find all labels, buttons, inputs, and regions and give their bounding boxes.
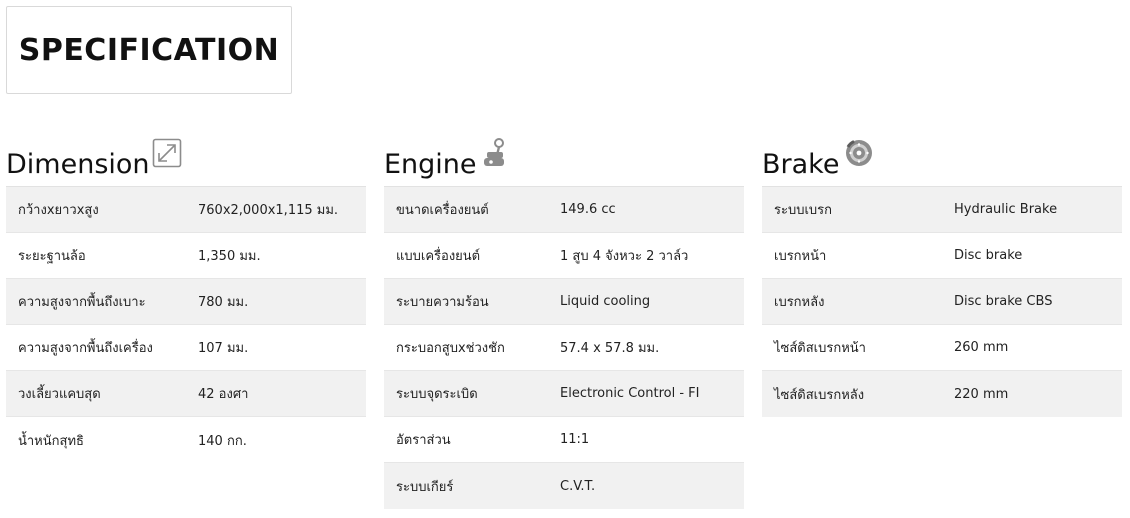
table-row: น้ำหนักสุทธิ 140 กก. [6,417,366,463]
row-value: Disc brake CBS [954,294,1053,309]
table-row: เบรกหลัง Disc brake CBS [762,279,1122,325]
dimension-header: Dimension [6,134,366,186]
row-label: ความสูงจากพื้นถึงเบาะ [18,295,146,310]
table-row: กว้างxยาวxสูง 760x2,000x1,115 มม. [6,187,366,233]
row-label: น้ำหนักสุทธิ [18,433,84,449]
row-value: 11:1 [560,432,590,447]
table-row: ระบายความร้อน Liquid cooling [384,279,744,325]
expand-arrows-icon [152,138,182,172]
row-label: ไซส์ดิสเบรกหลัง [774,387,865,403]
table-row: ไซส์ดิสเบรกหน้า 260 mm [762,325,1122,371]
engine-section: Engine ขนาดเครื่องยนต์ 149.6 cc แบบเครื่อ… [384,134,744,509]
row-value: 220 mm [954,386,1009,402]
piston-icon [482,138,508,172]
row-value: 140 กก. [198,433,247,449]
row-label: เบรกหลัง [774,295,825,310]
row-label: ระบบเกียร์ [396,479,454,495]
table-row: วงเลี้ยวแคบสุด 42 องศา [6,371,366,417]
row-value: 760x2,000x1,115 มม. [198,203,339,218]
brake-disc-icon [844,138,874,172]
table-row: แบบเครื่องยนต์ 1 สูบ 4 จังหวะ 2 วาล์ว [384,233,744,279]
row-label: กระบอกสูบxช่วงชัก [396,341,505,356]
row-value: Electronic Control - FI [560,386,700,401]
row-label: เบรกหน้า [774,249,827,264]
row-value: Hydraulic Brake [954,202,1058,217]
table-row: ความสูงจากพื้นถึงเบาะ 780 มม. [6,279,366,325]
section-title-dimension: Dimension [6,149,150,180]
row-label: ไซส์ดิสเบรกหน้า [774,341,866,356]
row-value: 780 มม. [198,295,249,310]
row-label: วงเลี้ยวแคบสุด [18,387,101,402]
table-row: ระยะฐานล้อ 1,350 มม. [6,233,366,279]
row-value: 1,350 มม. [198,249,261,264]
table-row: ระบบเบรก Hydraulic Brake [762,187,1122,233]
row-value: 1 สูบ 4 จังหวะ 2 วาล์ว [560,249,689,264]
row-label: ความสูงจากพื้นถึงเครื่อง [18,341,153,356]
row-label: ขนาดเครื่องยนต์ [396,203,489,218]
row-label: ระยะฐานล้อ [18,249,86,264]
row-label: อัตราส่วน [396,433,451,448]
specification-header-box: SPECIFICATION [6,6,292,94]
table-row: ความสูงจากพื้นถึงเครื่อง 107 มม. [6,325,366,371]
engine-header: Engine [384,134,744,186]
row-label: ระบายความร้อน [396,295,489,310]
engine-table: ขนาดเครื่องยนต์ 149.6 cc แบบเครื่องยนต์ 1 … [384,186,744,509]
table-row: ไซส์ดิสเบรกหลัง 220 mm [762,371,1122,417]
section-title-engine: Engine [384,149,477,180]
row-value: 149.6 cc [560,202,616,217]
row-value: Disc brake [954,248,1023,263]
table-row: อัตราส่วน 11:1 [384,417,744,463]
table-row: ระบบจุดระเบิด Electronic Control - FI [384,371,744,417]
brake-section: Brake ระบบเบรก Hydraulic Brake เบรกหน้า Di… [762,134,1122,417]
row-label: ระบบเบรก [774,203,833,218]
table-row: กระบอกสูบxช่วงชัก 57.4 x 57.8 มม. [384,325,744,371]
section-title-brake: Brake [762,149,840,180]
dimension-table: กว้างxยาวxสูง 760x2,000x1,115 มม. ระยะฐาน… [6,186,366,463]
page-title: SPECIFICATION [18,32,280,68]
row-label: ระบบจุดระเบิด [396,387,478,402]
row-value: 42 องศา [198,387,249,402]
row-value: Liquid cooling [560,294,651,309]
row-label: กว้างxยาวxสูง [18,203,99,218]
row-value: 260 mm [954,340,1009,355]
row-label: แบบเครื่องยนต์ [396,249,481,264]
brake-header: Brake [762,134,1122,186]
row-value: 107 มม. [198,341,249,356]
row-value: 57.4 x 57.8 มม. [560,341,660,356]
row-value: C.V.T. [560,478,596,494]
table-row: เบรกหน้า Disc brake [762,233,1122,279]
brake-table: ระบบเบรก Hydraulic Brake เบรกหน้า Disc bra… [762,186,1122,417]
table-row: ขนาดเครื่องยนต์ 149.6 cc [384,187,744,233]
table-row: ระบบเกียร์ C.V.T. [384,463,744,509]
dimension-section: Dimension กว้างxยาวxสูง 760x2,000x1,115 ม… [6,134,366,463]
